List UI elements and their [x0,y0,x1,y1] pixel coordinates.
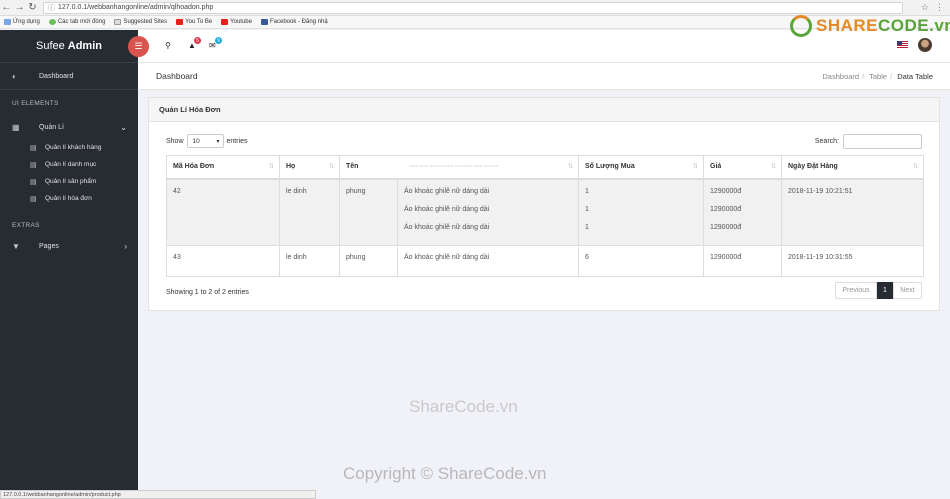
language-flag-icon[interactable] [897,41,908,49]
cell-date: 2018-11-19 10:31:55 [781,245,924,277]
sidebar-item-danhmuc[interactable]: ▤ Quản lí danh mục [0,156,138,173]
browser-toolbar: ← → ↻ ⓘ 127.0.0.1/webbanhangonline/admin… [0,0,950,16]
page-1-button[interactable]: 1 [877,282,893,299]
chevron-right-icon: › [124,242,127,251]
search-input[interactable] [843,133,922,149]
page-title: Dashboard [156,71,198,81]
bell-icon[interactable]: ▲ 5 [188,37,201,50]
cell-ten: phung [339,178,398,246]
cell-products: Áo khoác ghilê nữ dáng dài [397,245,579,277]
invoice-table: Mã Hóa Đơn ⇅ Họ ⇅ Tên ~~~ ~~~ ~~~~~~~~ ~~~… [166,155,924,277]
page-title-bar: Dashboard Dashboard / Table / Data Table [138,63,950,90]
brand-logo[interactable]: Sufee Admin [0,30,138,63]
entries-select[interactable]: 10 [186,134,224,148]
menu-icon[interactable]: ⋮ [935,2,944,13]
cell-id: 42 [166,178,280,246]
search-icon[interactable]: ⚲ [165,41,171,50]
sidebar-item-khachhang[interactable]: ▤ Quản lí khách hàng [0,139,138,156]
previous-button[interactable]: Previous [835,282,877,299]
section-ui-elements: UI ELEMENTS [0,89,138,116]
bookmark-suggested[interactable]: Suggested Sites [114,19,167,25]
bookmark-apps[interactable]: Ứng dụng [4,19,40,25]
star-icon[interactable]: ☆ [921,2,929,13]
next-button[interactable]: Next [893,282,922,299]
table-info: Showing 1 to 2 of 2 entries [166,289,249,296]
reload-icon[interactable]: ↻ [26,1,39,15]
address-bar[interactable]: ⓘ 127.0.0.1/webbanhangonline/admin/qlhoa… [43,1,903,14]
cell-ho: le dinh [279,245,340,277]
logo-icon [790,15,812,37]
col-ho[interactable]: Họ ⇅ [279,155,340,180]
bookmark-closed-tabs[interactable]: Các tab mới đóng [48,19,105,25]
dashboard-icon: ◐ [12,71,17,81]
breadcrumb-data-table: Data Table [897,71,933,81]
bookmark-youtube[interactable]: Youtube [221,19,252,25]
search-label: Search: [814,137,839,145]
col-product[interactable]: ~~~ ~~~ ~~~~~~~~ ~~~~~~ ~~~ ~~~~~ ⇅ [397,155,579,180]
card-title: Quản Lí Hóa Đơn [149,98,939,122]
cell-ho: le dinh [279,178,340,246]
cell-date: 2018-11-19 10:21:51 [781,178,924,246]
cell-price: 1290000đ 1290000đ 1290000đ [703,178,782,246]
table-icon: ▤ [30,161,37,169]
cell-qty: 111 [578,178,704,246]
url-text: 127.0.0.1/webbanhangonline/admin/qlhoado… [58,4,214,11]
table-row: 42 le dinh phung Áo khoác ghilê nữ dáng … [166,178,924,246]
col-date[interactable]: Ngày Đặt Hàng ⇅ [781,155,924,180]
cell-price: 1290000đ [703,245,782,277]
breadcrumb: Dashboard / Table / Data Table [822,71,933,81]
menu-toggle-button[interactable]: ☰ [128,36,149,57]
sidebar-item-quanli[interactable]: ▦ Quản Lí ⌄ [0,116,138,139]
apps-icon [4,19,11,25]
page-icon [114,19,122,25]
info-icon: ⓘ [48,4,55,12]
sidebar-item-pages[interactable]: ▼ Pages › [0,235,138,258]
breadcrumb-table[interactable]: Table [869,72,887,81]
message-badge: 9 [215,37,222,44]
breadcrumb-dashboard[interactable]: Dashboard [822,72,859,81]
chevron-down-icon: ⌄ [120,123,127,132]
bookmark-youtobe[interactable]: You To Be [176,19,212,25]
back-icon[interactable]: ← [0,1,13,15]
bookmark-facebook[interactable]: Facebook - Đăng nhậ [260,19,328,25]
table-header-row: Mã Hóa Đơn ⇅ Họ ⇅ Tên ~~~ ~~~ ~~~~~~~~ ~~~… [166,155,924,180]
table-icon: ▤ [30,195,37,203]
watermark-text: ShareCode.vn [409,397,518,416]
sidebar: Sufee Admin ◐ Dashboard UI ELEMENTS ▦ Quả… [0,30,138,499]
sharecode-logo: SHARECODE.vn [790,15,950,37]
table-icon: ▦ [12,123,20,132]
table-row: 43 le dinh phung Áo khoác ghilê nữ dáng … [166,245,924,277]
table-controls: Show 10 entries Search: [166,133,922,149]
pagination: Previous 1 Next [835,282,922,299]
section-extras: EXTRAS [12,221,40,229]
browser-status-bar: 127.0.0.1/webbanhangonline/admin/product… [0,490,316,499]
history-icon [48,19,56,25]
show-label: Show [166,137,184,145]
facebook-icon [260,19,268,25]
invoice-card: Quản Lí Hóa Đơn Show 10 entries Search: … [148,97,940,311]
mail-icon[interactable]: ✉ 9 [209,37,222,50]
cell-ten: phung [339,245,398,277]
notification-badge: 5 [194,37,201,44]
youtube-icon [176,19,184,25]
cell-id: 43 [166,245,280,277]
forward-icon[interactable]: → [13,1,26,15]
col-price[interactable]: Giá ⇅ [703,155,782,180]
watermark-copyright: Copyright © ShareCode.vn [343,464,547,483]
col-ten[interactable]: Tên [339,155,398,180]
cell-qty: 6 [578,245,704,277]
cell-products: Áo khoác ghilê nữ dáng dài Áo khoác ghilê… [397,178,579,246]
sidebar-item-hoadon[interactable]: ▤ Quản lí hóa đơn [0,190,138,207]
youtube-icon [221,19,229,25]
entries-label: entries [226,137,248,145]
avatar[interactable] [918,38,932,52]
col-id[interactable]: Mã Hóa Đơn ⇅ [166,155,280,180]
table-icon: ▤ [30,144,37,152]
table-icon: ▤ [30,178,37,186]
col-qty[interactable]: Số Lượng Mua ⇅ [578,155,704,180]
filter-icon: ▼ [12,242,20,251]
sidebar-item-sanpham[interactable]: ▤ Quản lí sản phẩm [0,173,138,190]
sidebar-item-dashboard[interactable]: ◐ Dashboard [0,63,138,89]
